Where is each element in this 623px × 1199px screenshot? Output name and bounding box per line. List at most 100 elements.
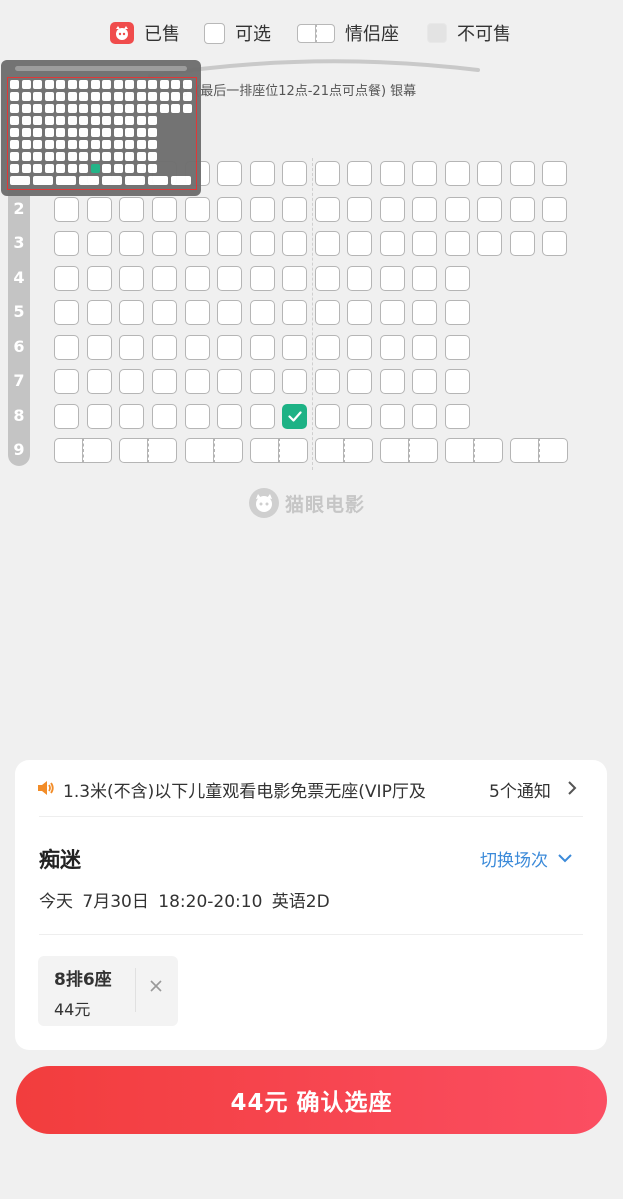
seat[interactable]	[510, 231, 535, 256]
seat[interactable]	[87, 231, 112, 256]
seat[interactable]	[119, 335, 144, 360]
close-icon[interactable]	[148, 978, 164, 994]
seat[interactable]	[185, 266, 210, 291]
couple-seat[interactable]	[185, 438, 243, 463]
seat[interactable]	[380, 300, 405, 325]
seat[interactable]	[380, 266, 405, 291]
seat[interactable]	[217, 266, 242, 291]
seat[interactable]	[477, 161, 502, 186]
seat[interactable]	[87, 404, 112, 429]
seat[interactable]	[119, 404, 144, 429]
seat-minimap[interactable]	[1, 60, 201, 196]
seat[interactable]	[152, 404, 177, 429]
seat[interactable]	[347, 335, 372, 360]
seat[interactable]	[119, 197, 144, 222]
couple-seat[interactable]	[510, 438, 568, 463]
seat[interactable]	[315, 197, 340, 222]
seat[interactable]	[185, 197, 210, 222]
seat[interactable]	[87, 266, 112, 291]
seat[interactable]	[477, 197, 502, 222]
seat[interactable]	[445, 197, 470, 222]
seat[interactable]	[185, 300, 210, 325]
seat[interactable]	[250, 231, 275, 256]
seat[interactable]	[315, 231, 340, 256]
seat[interactable]	[412, 300, 437, 325]
seat[interactable]	[250, 369, 275, 394]
seat[interactable]	[119, 369, 144, 394]
seat[interactable]	[54, 404, 79, 429]
seat[interactable]	[54, 335, 79, 360]
seat[interactable]	[347, 300, 372, 325]
seat[interactable]	[347, 404, 372, 429]
seat[interactable]	[152, 231, 177, 256]
seat[interactable]	[380, 369, 405, 394]
seat[interactable]	[445, 369, 470, 394]
seat[interactable]	[380, 231, 405, 256]
seat[interactable]	[412, 266, 437, 291]
seat[interactable]	[542, 231, 567, 256]
seat[interactable]	[54, 197, 79, 222]
seat[interactable]	[315, 300, 340, 325]
seat[interactable]	[250, 266, 275, 291]
seat[interactable]	[412, 197, 437, 222]
seat[interactable]	[87, 335, 112, 360]
seat[interactable]	[152, 300, 177, 325]
seat[interactable]	[315, 369, 340, 394]
seat[interactable]	[185, 335, 210, 360]
couple-seat[interactable]	[119, 438, 177, 463]
notice-count[interactable]: 5个通知	[489, 777, 551, 802]
seat[interactable]	[380, 161, 405, 186]
seat[interactable]	[510, 197, 535, 222]
seat[interactable]	[445, 266, 470, 291]
seat[interactable]	[445, 231, 470, 256]
seat[interactable]	[250, 335, 275, 360]
seat[interactable]	[445, 404, 470, 429]
seat[interactable]	[412, 369, 437, 394]
seat[interactable]	[347, 369, 372, 394]
seat[interactable]	[315, 335, 340, 360]
couple-seat[interactable]	[315, 438, 373, 463]
seat[interactable]	[445, 335, 470, 360]
seat[interactable]	[185, 404, 210, 429]
seat[interactable]	[217, 231, 242, 256]
seat[interactable]	[87, 197, 112, 222]
seat[interactable]	[542, 161, 567, 186]
seat[interactable]	[217, 197, 242, 222]
seat[interactable]	[380, 335, 405, 360]
switch-showtime-button[interactable]: 切换场次	[480, 846, 572, 871]
seat[interactable]	[445, 161, 470, 186]
seat[interactable]	[185, 369, 210, 394]
seat[interactable]	[412, 404, 437, 429]
seat[interactable]	[119, 300, 144, 325]
seat[interactable]	[250, 197, 275, 222]
seat[interactable]	[119, 266, 144, 291]
seat[interactable]	[152, 266, 177, 291]
seat[interactable]	[217, 335, 242, 360]
seat[interactable]	[282, 231, 307, 256]
seat[interactable]	[282, 369, 307, 394]
chevron-right-icon[interactable]	[567, 781, 577, 795]
seat[interactable]	[315, 404, 340, 429]
couple-seat[interactable]	[250, 438, 308, 463]
seat[interactable]	[380, 197, 405, 222]
seat[interactable]	[250, 300, 275, 325]
seat[interactable]	[152, 197, 177, 222]
seat[interactable]	[217, 404, 242, 429]
seat[interactable]	[54, 231, 79, 256]
seat[interactable]	[217, 161, 242, 186]
seat[interactable]	[542, 197, 567, 222]
seat[interactable]	[250, 404, 275, 429]
seat[interactable]	[217, 300, 242, 325]
seat[interactable]	[54, 266, 79, 291]
seat[interactable]	[510, 161, 535, 186]
seat[interactable]	[87, 369, 112, 394]
seat[interactable]	[412, 231, 437, 256]
couple-seat[interactable]	[54, 438, 112, 463]
seat[interactable]	[380, 404, 405, 429]
seat[interactable]	[152, 335, 177, 360]
seat[interactable]	[412, 161, 437, 186]
seat[interactable]	[347, 197, 372, 222]
seat[interactable]	[282, 161, 307, 186]
seat[interactable]	[315, 266, 340, 291]
seat[interactable]	[54, 300, 79, 325]
